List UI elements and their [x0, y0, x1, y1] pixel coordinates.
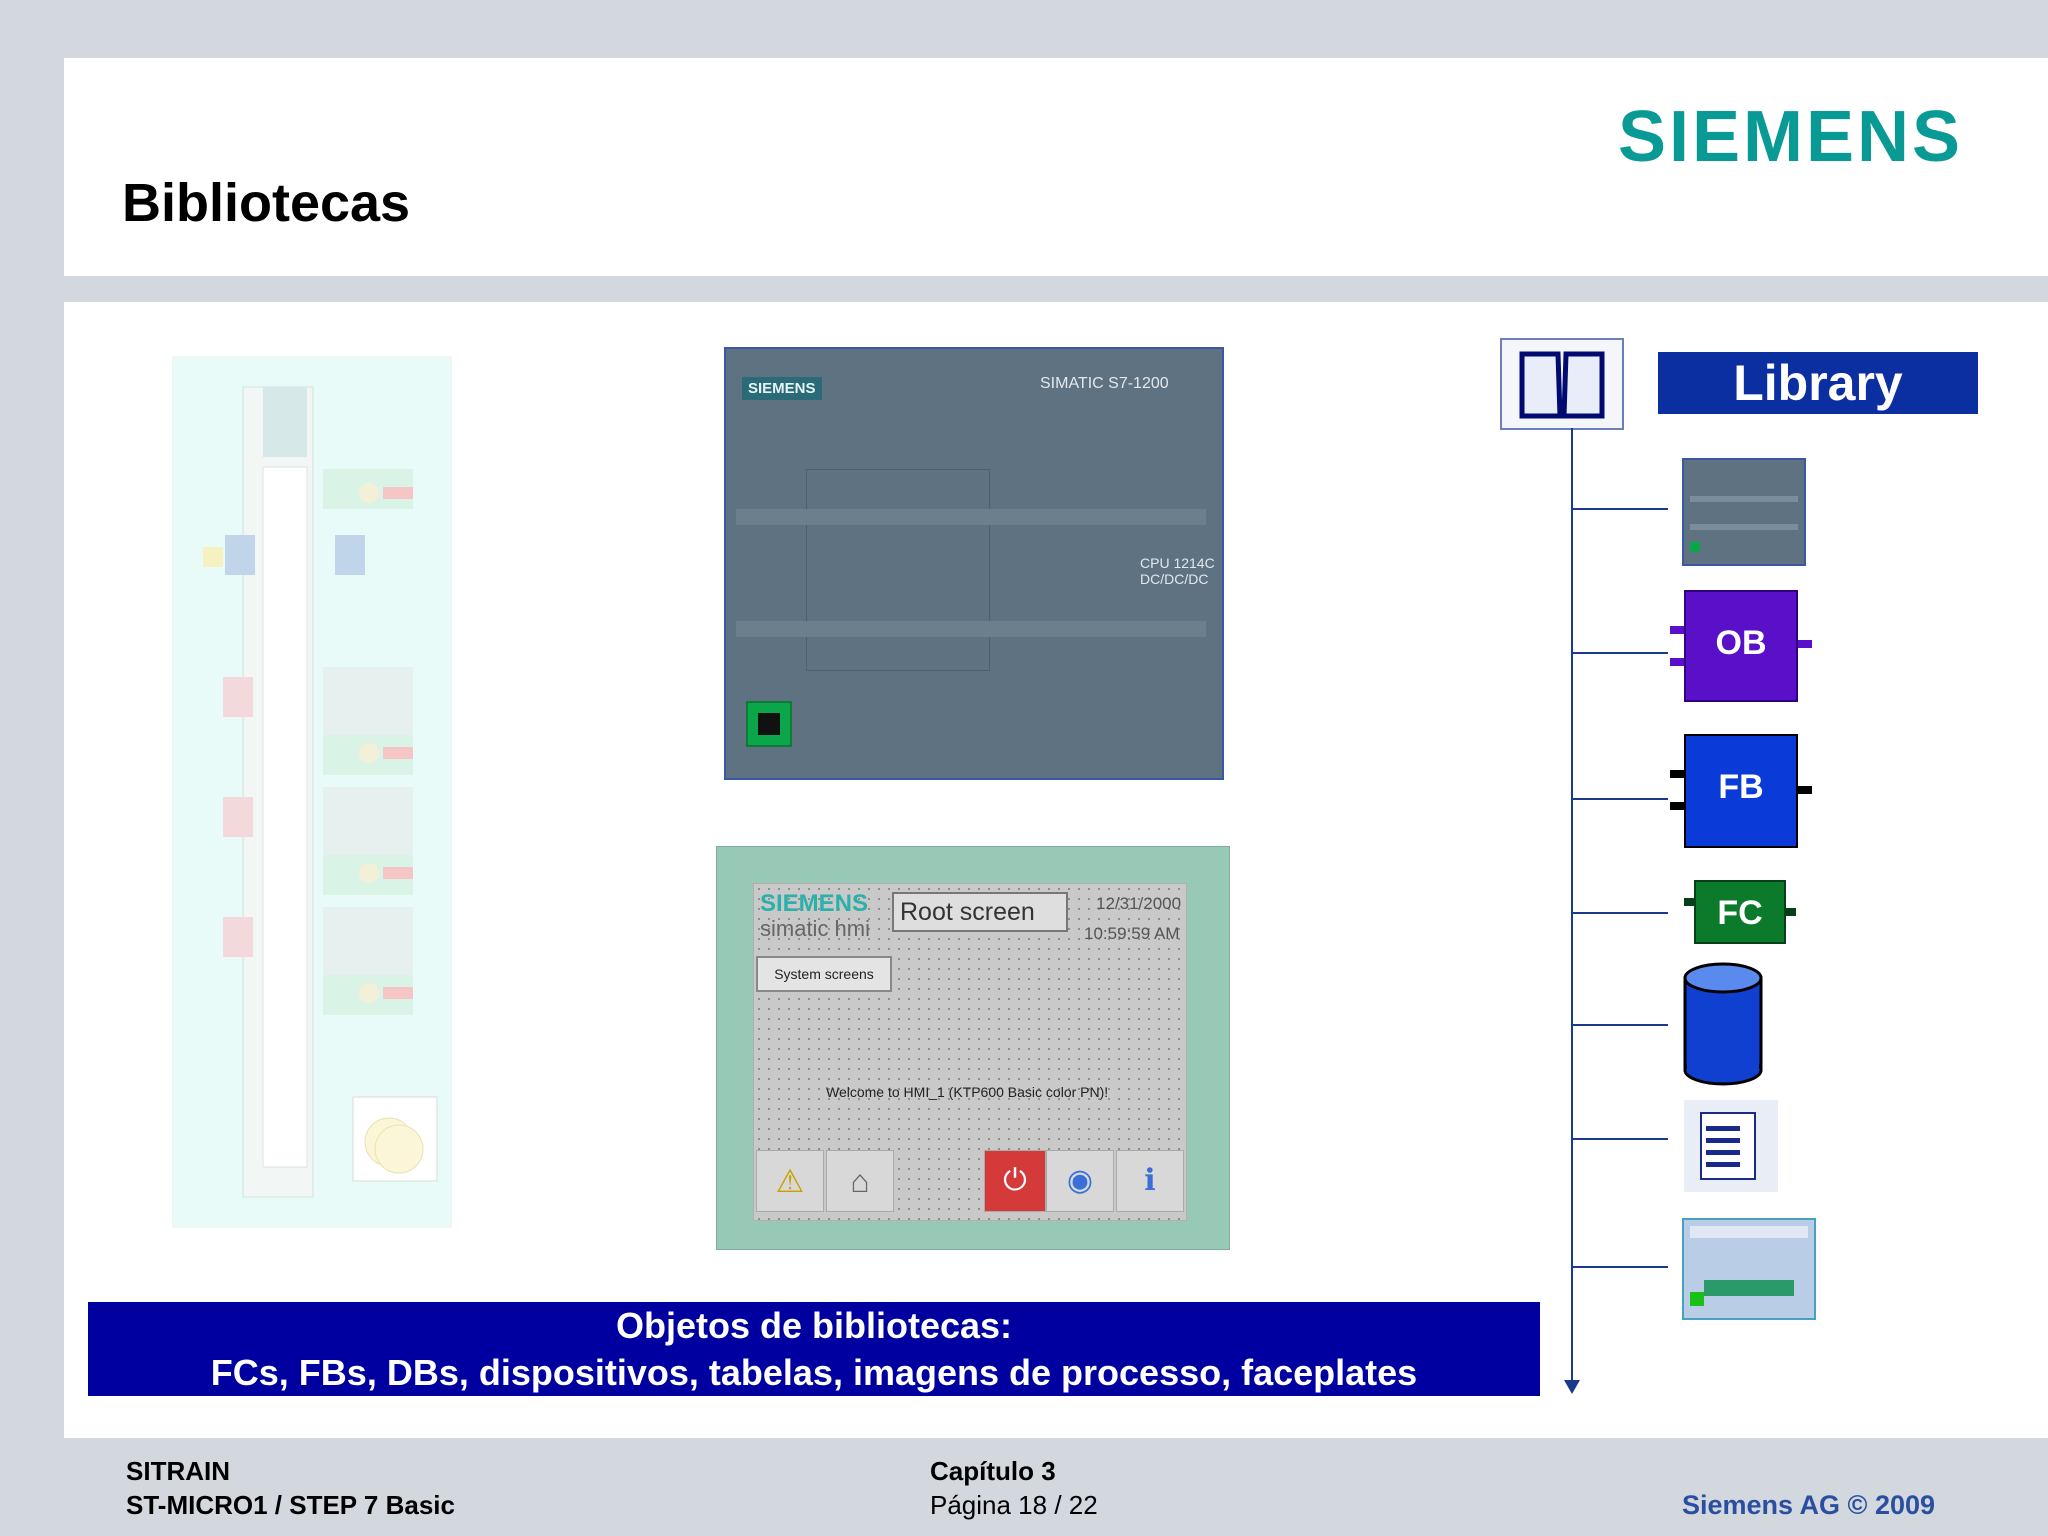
banner-line2: FCs, FBs, DBs, dispositivos, tabelas, im…: [210, 1352, 1418, 1393]
ob-pin: [1670, 658, 1684, 666]
footer-org: SITRAIN: [126, 1456, 230, 1486]
tree-branch: [1572, 1266, 1668, 1268]
ethernet-port-icon: [746, 701, 792, 747]
tag-table-icon[interactable]: [1684, 1100, 1778, 1192]
tree-branch: [1572, 652, 1668, 654]
db-cylinder-drawing: [1683, 962, 1763, 1086]
tree-branch: [1572, 1138, 1668, 1140]
fb-pin: [1798, 786, 1812, 794]
tree-arrow-icon: [1564, 1380, 1580, 1394]
library-label: Library: [1658, 352, 1978, 414]
rack-illustration: [172, 356, 452, 1228]
info-icon[interactable]: ℹ: [1116, 1150, 1184, 1212]
open-book-drawing: [1519, 351, 1605, 419]
siemens-logo: SIEMENS: [1618, 97, 1964, 177]
library-tree-trunk: [1571, 428, 1573, 1388]
fb-block-icon[interactable]: FB: [1684, 734, 1798, 848]
slide-title: Bibliotecas: [122, 173, 411, 233]
cpu-led-row-top: [736, 509, 1206, 525]
fb-label: FB: [1718, 768, 1764, 806]
cpu-type-line1: CPU 1214C: [1140, 555, 1215, 571]
rack-drawing: [203, 386, 438, 1198]
cpu-model: SIMATIC S7-1200: [1040, 375, 1169, 392]
ob-block-icon[interactable]: OB: [1684, 590, 1798, 702]
hmi-subtitle: simatic hmi: [760, 916, 871, 941]
ob-label: OB: [1715, 624, 1767, 662]
cpu-type-line2: DC/DC/DC: [1140, 571, 1209, 587]
db-cylinder-icon[interactable]: [1682, 960, 1764, 1088]
hmi-function-keys: ⚠ ⌂ ⏻ ◉ ℹ: [754, 1146, 1186, 1212]
fc-block-icon[interactable]: FC: [1694, 880, 1786, 944]
banner-line1: Objetos de bibliotecas:: [615, 1305, 1013, 1346]
library-objects-banner: Objetos de bibliotecas: FCs, FBs, DBs, d…: [88, 1302, 1540, 1396]
home-icon[interactable]: ⌂: [826, 1150, 894, 1212]
tree-branch: [1572, 912, 1668, 914]
system-screens-button[interactable]: System screens: [756, 956, 892, 992]
tree-branch: [1572, 1024, 1668, 1026]
ob-pin: [1670, 626, 1684, 634]
cpu-image: SIEMENS SIMATIC S7-1200 CPU 1214C DC/DC/…: [724, 347, 1224, 780]
footer-chapter: Capítulo 3: [930, 1456, 1056, 1486]
hmi-screen-title: Root screen: [892, 892, 1068, 932]
hmi-welcome-text: Welcome to HMI_1 (KTP600 Basic color PN)…: [826, 1084, 1109, 1100]
tree-branch: [1572, 508, 1668, 510]
fc-pin: [1786, 908, 1796, 916]
hmi-date: 12/31/2000: [1096, 894, 1182, 913]
power-icon[interactable]: ⏻: [984, 1150, 1046, 1212]
library-book-icon: [1500, 338, 1624, 430]
warning-icon[interactable]: ⚠: [756, 1150, 824, 1212]
cpu-module-panel: [806, 469, 990, 671]
hmi-screen: SIEMENS simatic hmi Root screen 12/31/20…: [753, 883, 1187, 1221]
footer-page: Página 18 / 22: [930, 1490, 1098, 1520]
cpu-device-icon[interactable]: [1682, 458, 1806, 566]
language-icon[interactable]: ◉: [1046, 1150, 1114, 1212]
cpu-led-row-bottom: [736, 621, 1206, 637]
fb-pin: [1670, 802, 1684, 810]
hmi-time: 10:59:59 AM: [1084, 924, 1180, 943]
fb-pin: [1670, 770, 1684, 778]
cpu-brand: SIEMENS: [742, 377, 822, 400]
ob-pin: [1798, 640, 1812, 648]
footer-copyright: Siemens AG © 2009: [1682, 1490, 1936, 1520]
fc-label: FC: [1717, 894, 1763, 932]
tree-branch: [1572, 798, 1668, 800]
hmi-image: SIEMENS simatic hmi Root screen 12/31/20…: [716, 846, 1230, 1250]
fc-pin: [1684, 898, 1694, 906]
footer-course: ST-MICRO1 / STEP 7 Basic: [126, 1490, 455, 1520]
process-image-icon[interactable]: [1682, 1218, 1816, 1320]
hmi-brand: SIEMENS: [760, 890, 869, 917]
